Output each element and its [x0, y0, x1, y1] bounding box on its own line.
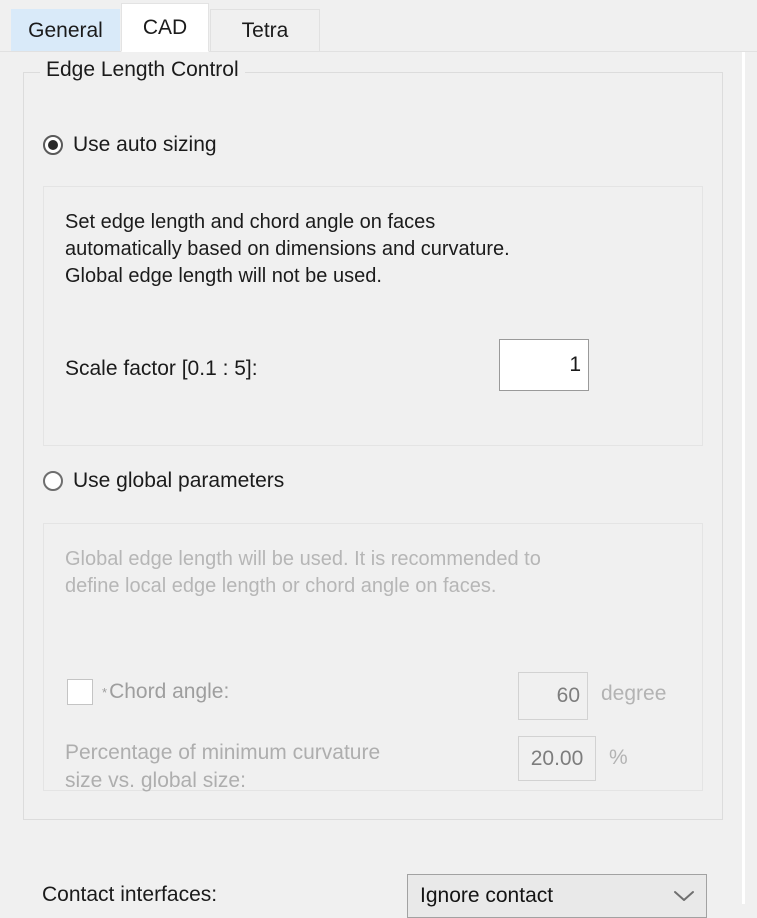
radio-global-parameters-label: Use global parameters — [73, 469, 285, 492]
tab-cad-label: CAD — [142, 15, 188, 39]
radio-use-auto-sizing[interactable]: Use auto sizing — [43, 133, 217, 157]
global-parameters-details-box: Global edge length will be used. It is r… — [43, 523, 703, 792]
min-curvature-unit: % — [609, 746, 628, 769]
contact-interfaces-label: Contact interfaces: — [42, 883, 218, 906]
radio-auto-sizing-label: Use auto sizing — [73, 133, 217, 156]
auto-sizing-description: Set edge length and chord angle on faces… — [65, 211, 510, 287]
chord-angle-checkbox-mark — [67, 679, 93, 705]
min-curvature-input[interactable]: 20.00 — [518, 736, 596, 781]
min-curvature-label: Percentage of minimum curvature size vs.… — [65, 741, 381, 792]
tab-bar: General CAD Tetra — [0, 0, 757, 52]
auto-sizing-details-box: Set edge length and chord angle on faces… — [43, 186, 703, 446]
radio-use-global-parameters[interactable]: Use global parameters — [43, 469, 284, 493]
chord-angle-unit: degree — [601, 682, 667, 705]
chevron-down-icon — [662, 875, 706, 917]
edge-length-control-group: Edge Length Control Use auto sizing Set … — [23, 58, 723, 820]
radio-global-parameters-mark — [43, 471, 63, 491]
chord-angle-label: Chord angle: — [109, 680, 230, 703]
checkbox-chord-angle[interactable]: * Chord angle: — [67, 679, 229, 705]
radio-auto-sizing-mark — [43, 135, 63, 155]
tab-general-label: General — [28, 18, 103, 42]
tab-general[interactable]: General — [11, 9, 120, 52]
scale-factor-label: Scale factor [0.1 : 5]: — [65, 357, 258, 380]
tab-cad[interactable]: CAD — [121, 3, 209, 52]
tab-tetra[interactable]: Tetra — [210, 9, 320, 52]
contact-interfaces-value: Ignore contact — [420, 884, 554, 907]
global-parameters-description: Global edge length will be used. It is r… — [65, 548, 541, 597]
chord-angle-input[interactable]: 60 — [518, 672, 588, 720]
tab-tetra-label: Tetra — [241, 19, 289, 42]
cad-settings-panel: Edge Length Control Use auto sizing Set … — [9, 52, 745, 918]
group-title: Edge Length Control — [40, 58, 245, 82]
chord-angle-asterisk: * — [102, 684, 108, 700]
scale-factor-input[interactable]: 1 — [499, 339, 589, 391]
contact-interfaces-dropdown[interactable]: Ignore contact — [407, 874, 707, 918]
